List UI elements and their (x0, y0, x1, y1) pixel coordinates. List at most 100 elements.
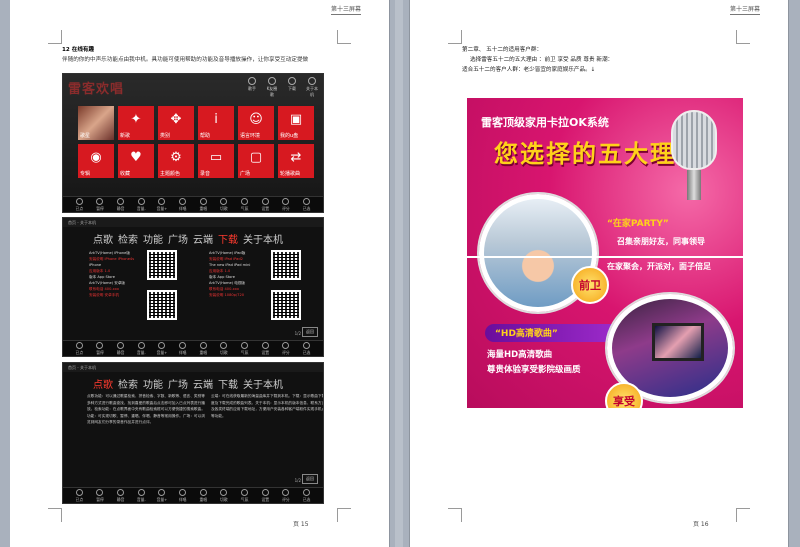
queue-icon: 已点 (70, 488, 88, 503)
skip-icon: 切歌 (215, 197, 233, 212)
mute-icon: 静音 (112, 341, 130, 356)
reason1-title: “在家PARTY” (607, 219, 669, 229)
qr-code (147, 290, 177, 320)
screen-titlebar: 首页 - 关于本机 (63, 363, 323, 372)
qr-code (271, 290, 301, 320)
tv-icon: ▢ (249, 150, 263, 165)
feature-description-left: 点歌功能：可以通过歌星检索、拼音检索、字数、新歌等、语言、类别等多种方式进行歌曲… (87, 394, 205, 425)
selected-icon: 已选 (298, 488, 316, 503)
accompany-icon: 伴唱 (174, 197, 192, 212)
volume-up-icon: 音量+ (153, 197, 171, 212)
reason1-line2: 在家聚会，开派对，面子倍足 (607, 262, 711, 271)
iphone-info: ArkTV(Home) iPhone版 安装说明 iPhone iPhone4s … (89, 251, 135, 297)
ambience-icon: 气氛 (236, 488, 254, 503)
margin-corner (736, 508, 750, 522)
tab-cloud: 云端 (193, 380, 213, 391)
face-icon: ☺ (249, 112, 263, 127)
volume-up-icon: 音量+ (153, 488, 171, 503)
accompany-icon: 伴唱 (174, 341, 192, 356)
score-icon: 评分 (277, 197, 295, 212)
feature-description-right: 云端：可在线获取最新的海量曲库并下载到本机。下载：显示歌曲下载进度及下载完成的歌… (211, 394, 324, 418)
margin-corner (337, 30, 351, 44)
about-download-screenshot: 首页 - 关于本机 点歌 检索 功能 广场 云端 下载 关于本机 ArkTV(H… (62, 217, 324, 357)
butterfly-icon: ✦ (130, 112, 142, 127)
tile-square: ▢ 广场 (238, 144, 274, 178)
volume-down-icon: 音量- (132, 488, 150, 503)
replay-icon: 重唱 (194, 197, 212, 212)
tile-new-songs: ✦ 新歌 (118, 106, 154, 140)
reasons-line: 选择雷客五十二的五大理由 ：前卫 享受 品质 尊贵 新潮： (470, 57, 614, 63)
tab-search: 检索 (118, 235, 138, 246)
ipad-info: ArkTV(Home) iPad版 安装说明 iPad iPad2 The new… (209, 251, 251, 297)
document-page-15: 第十三屏幕 12 在线有趣 伴随的你的中声乐功能点由我中机。具功能可使用帮助的功… (10, 0, 390, 547)
screen-tabs: 点歌 检索 功能 广场 云端 下载 关于本机 (93, 231, 283, 246)
promo-title: 雷客顶级家用卡拉OK系统 (481, 116, 609, 129)
tape-icon: ▭ (209, 150, 223, 165)
queue-icon: 已点 (70, 341, 88, 356)
settings-icon: 设置 (256, 197, 274, 212)
tile-language: ☺ 语言环境 (238, 106, 274, 140)
section-title: 12 在线有趣 (62, 47, 95, 53)
screen-titlebar: 首页 - 关于本机 (63, 218, 323, 227)
singer-icon: 歌手 (245, 77, 259, 98)
margin-corner (448, 508, 462, 522)
settings-icon: 设置 (256, 488, 274, 503)
about-text-screenshot: 首页 - 关于本机 点歌 检索 功能 广场 云端 下载 关于本机 点歌功能：可以… (62, 362, 324, 504)
loop-icon: ⇄ (290, 150, 302, 165)
tab-about: 关于本机 (243, 235, 283, 246)
page-number: 页 15 (293, 521, 309, 528)
heart-icon: ♥ (130, 150, 142, 165)
bottom-control-bar: 已点 暂停 静音 音量- 音量+ 伴唱 重唱 切歌 气氛 设置 评分 已选 (63, 196, 323, 212)
about-icon: 关于本机 (305, 77, 319, 98)
page-number: 页 16 (693, 521, 709, 528)
skip-icon: 切歌 (215, 341, 233, 356)
pause-icon: 暂停 (91, 488, 109, 503)
selected-icon: 已选 (298, 341, 316, 356)
friend-circle-icon: K友圈歌 (265, 77, 279, 98)
tab-search: 检索 (118, 380, 138, 391)
category-icon: ✥ (170, 112, 182, 127)
reason2-line2: 尊贵体验享受影院级画质 (487, 365, 581, 375)
back-button: 返回 (302, 474, 318, 484)
tab-download: 下载 (218, 380, 238, 391)
queue-icon: 已点 (70, 197, 88, 212)
audience-line: 适合五十二的客户人群：老少皆宜的家庭娱乐产品。↓ (462, 67, 596, 73)
ambience-icon: 气氛 (236, 341, 254, 356)
tile-theme: ⚙ 主题颜色 (158, 144, 194, 178)
usb-icon: ▣ (289, 112, 303, 127)
volume-up-icon: 音量+ (153, 341, 171, 356)
margin-corner (337, 508, 351, 522)
tile-album: ◉ 专辑 (78, 144, 114, 178)
volume-down-icon: 音量- (132, 341, 150, 356)
tile-help: i 帮助 (198, 106, 234, 140)
tile-category: ✥ 类别 (158, 106, 194, 140)
reason1-line1: 召集亲朋好友，同事领导 (617, 237, 705, 246)
settings-icon: 设置 (256, 341, 274, 356)
replay-icon: 重唱 (194, 488, 212, 503)
tab-function: 功能 (143, 380, 163, 391)
bottom-control-bar: 已点 暂停 静音 音量- 音量+ 伴唱 重唱 切歌 气氛 设置 评分 已选 (63, 340, 323, 356)
tab-cloud: 云端 (193, 235, 213, 246)
tab-download: 下载 (218, 235, 238, 246)
tab-order: 点歌 (93, 380, 113, 391)
home-menu-screenshot: 雷客欢唱 歌手 K友圈歌 下载 关于本机 歌星 ✦ 新歌 ✥ 类别 i 帮助 ☺ 语言环… (62, 73, 324, 213)
mute-icon: 静音 (112, 488, 130, 503)
tile-record: ▭ 录音 (198, 144, 234, 178)
microphone-icon (663, 110, 725, 202)
reason2-line1: 海量HD高清歌曲 (487, 350, 553, 360)
promo-banner: 雷客顶级家用卡拉OK系统 您选择的五大理由 “在家PARTY” 召集亲朋好友，同… (467, 98, 743, 408)
banner-divider (467, 256, 743, 258)
tab-function: 功能 (143, 235, 163, 246)
page-indicator: 1/2 (294, 478, 301, 483)
download-icon: 下载 (285, 77, 299, 98)
tab-order: 点歌 (93, 235, 113, 246)
ambience-icon: 气氛 (236, 197, 254, 212)
bottom-control-bar: 已点 暂停 静音 音量- 音量+ 伴唱 重唱 切歌 气氛 设置 评分 已选 (63, 487, 323, 503)
menu-tile-grid: 歌星 ✦ 新歌 ✥ 类别 i 帮助 ☺ 语言环境 ▣ 我的u盘 ◉ 专辑 ♥ 收藏 ⚙ 主题颜色… (78, 106, 323, 178)
margin-corner (736, 30, 750, 44)
section-intro: 伴随的你的中声乐功能点由我中机。具功能可使用帮助的功能及音导播放操作，让你享受互… (62, 57, 309, 63)
page-header: 第十三屏幕 (729, 6, 760, 15)
volume-down-icon: 音量- (132, 197, 150, 212)
page-header: 第十三屏幕 (330, 6, 361, 15)
score-icon: 评分 (277, 341, 295, 356)
